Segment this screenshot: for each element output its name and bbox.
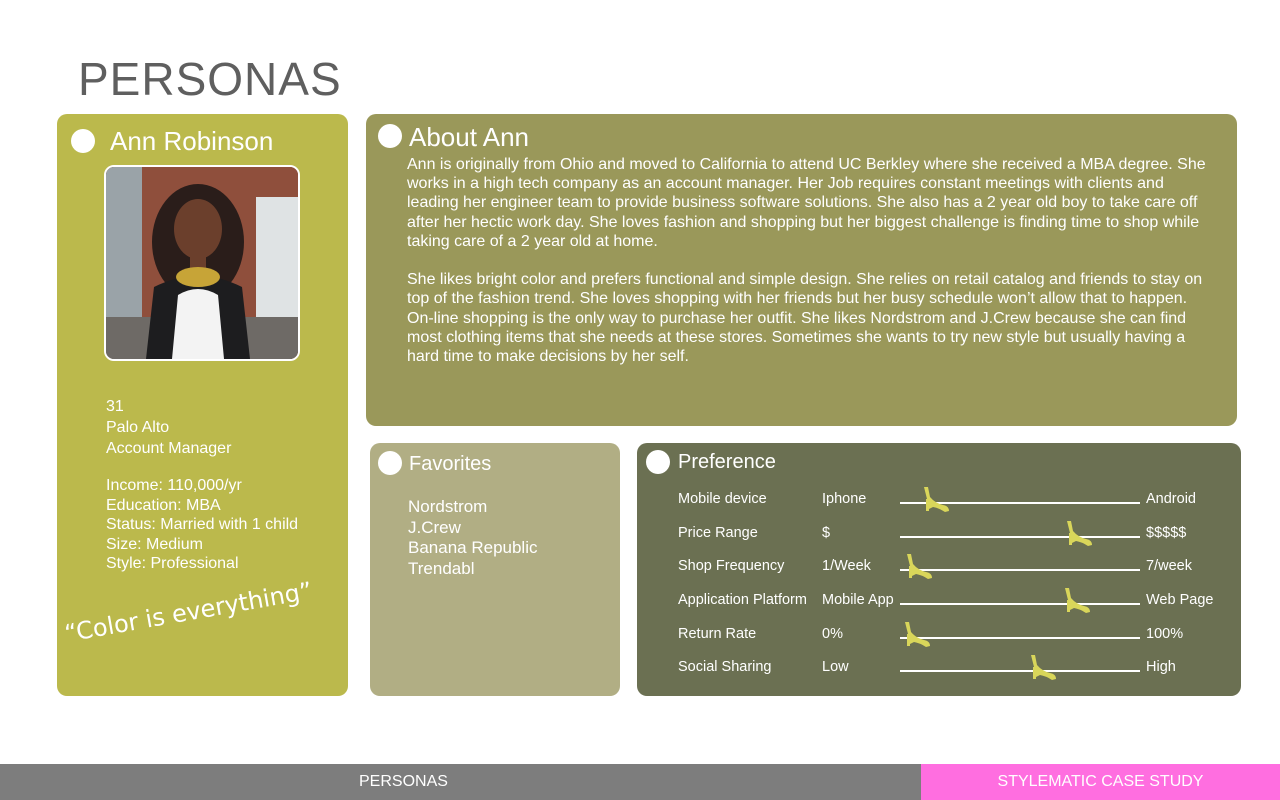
footer-case-study-label: STYLEMATIC CASE STUDY (921, 764, 1280, 800)
preference-high-label: 7/week (1146, 558, 1192, 574)
persona-location: Palo Alto (106, 419, 170, 436)
preference-row: Price Range $ $$$$$ (637, 521, 1241, 559)
about-text: Ann is originally from Ohio and moved to… (407, 155, 1217, 385)
preference-row: Return Rate 0% 100% (637, 622, 1241, 660)
persona-education: Education: MBA (106, 496, 221, 514)
high-heel-icon (924, 487, 949, 512)
preference-low-label: Low (822, 659, 849, 675)
preference-high-label: Android (1146, 491, 1196, 507)
preference-low-label: Mobile App (822, 592, 894, 608)
persona-style: Style: Professional (106, 555, 239, 572)
preference-title: Preference (678, 451, 776, 473)
persona-status: Status: Married with 1 child (106, 516, 299, 533)
high-heel-icon (1031, 655, 1057, 680)
preference-label: Return Rate (678, 626, 757, 642)
persona-photo (104, 165, 300, 361)
favorites-title: Favorites (409, 453, 492, 475)
about-card: About Ann Ann is originally from Ohio an… (366, 114, 1237, 426)
preference-row: Application Platform Mobile App Web Page (637, 588, 1241, 626)
persona-size: Size: Medium (106, 535, 203, 553)
footer-section-label: PERSONAS (0, 764, 921, 800)
persona-basics: 31 Palo Alto Account Manager (106, 396, 231, 459)
bullet-dot-icon (378, 124, 402, 148)
persona-job: Account Manager (106, 440, 232, 457)
preference-label: Social Sharing (678, 659, 772, 675)
high-heel-icon (1066, 521, 1092, 546)
bullet-dot-icon (71, 129, 95, 153)
persona-income: Income: 110,000/yr (106, 477, 242, 494)
preference-row: Social Sharing Low High (637, 655, 1241, 693)
high-heel-icon (907, 554, 933, 579)
preference-slider-track (900, 521, 1140, 546)
about-paragraph: Ann is originally from Ohio and moved to… (407, 156, 1206, 250)
favorite-item: J.Crew (408, 517, 461, 537)
page-title: PERSONAS (78, 53, 342, 105)
persona-card: Ann Robinson 31 Palo Alto Account Manage… (57, 114, 348, 696)
about-paragraph: She likes bright color and prefers funct… (407, 271, 1203, 366)
favorite-item: Nordstrom (408, 497, 488, 516)
persona-details: Income: 110,000/yr Education: MBA Status… (106, 476, 298, 574)
preference-label: Price Range (678, 525, 758, 541)
preference-high-label: $$$$$ (1146, 525, 1187, 541)
favorites-list: Nordstrom J.Crew Banana Republic Trendab… (408, 497, 537, 579)
preference-slider-track (900, 487, 1140, 512)
persona-quote: “Color is everything” (62, 576, 315, 648)
preference-low-label: Iphone (822, 491, 867, 507)
high-heel-icon (1064, 588, 1090, 613)
preference-label: Application Platform (678, 592, 807, 608)
persona-name: Ann Robinson (110, 126, 274, 156)
favorite-item: Trendabl (408, 558, 475, 578)
preference-low-label: 1/Week (822, 558, 871, 574)
footer-right-label: STYLEMATIC CASE STUDY (997, 773, 1204, 790)
preference-card: Preference Mobile device Iphone Android Pri… (637, 443, 1241, 696)
persona-age: 31 (106, 398, 124, 415)
bullet-dot-icon (646, 450, 670, 474)
preference-slider-track (900, 588, 1140, 613)
favorites-card: Favorites Nordstrom J.Crew Banana Republ… (370, 443, 620, 696)
bullet-dot-icon (378, 451, 402, 475)
preference-label: Mobile device (678, 491, 767, 507)
preference-slider-track (900, 655, 1140, 680)
about-title: About Ann (409, 122, 529, 152)
preference-high-label: Web Page (1146, 592, 1214, 608)
preference-row: Mobile device Iphone Android (637, 487, 1241, 525)
persona-photo-image (106, 167, 298, 359)
preference-row: Shop Frequency 1/Week 7/week (637, 554, 1241, 592)
high-heel-icon (905, 622, 931, 647)
preference-high-label: High (1146, 659, 1176, 675)
preference-high-label: 100% (1146, 626, 1184, 642)
preference-low-label: $ (822, 525, 831, 541)
preference-low-label: 0% (822, 626, 843, 642)
preference-slider-track (900, 554, 1140, 579)
preference-label: Shop Frequency (678, 558, 785, 574)
preference-slider-track (900, 622, 1140, 647)
favorite-item: Banana Republic (408, 538, 538, 557)
